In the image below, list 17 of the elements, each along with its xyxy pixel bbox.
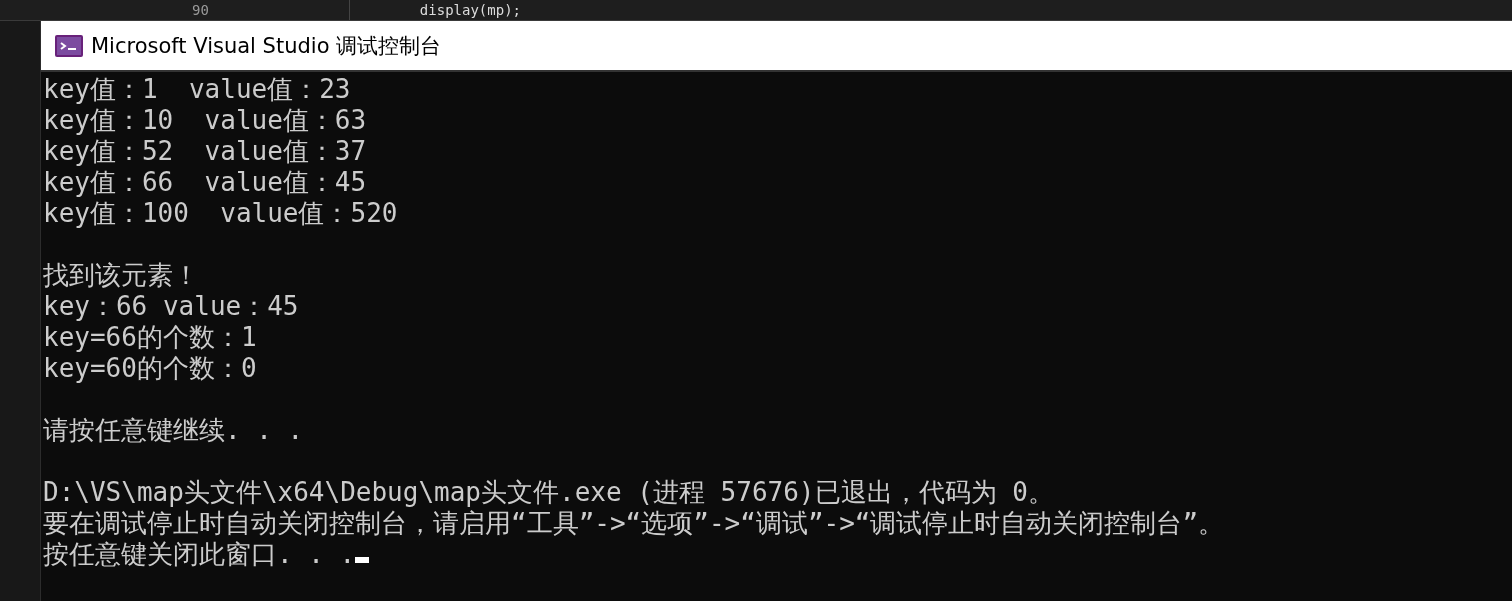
console-line: key值：66 value值：45 (43, 167, 367, 198)
console-line: key=66的个数：1 (43, 322, 257, 353)
code-line: display(mp); (419, 2, 521, 18)
console-line: 按任意键关闭此窗口. . . (43, 539, 356, 570)
console-line: key值：52 value值：37 (43, 136, 367, 167)
console-line: key值：10 value值：63 (43, 105, 367, 136)
console-line: 找到该元素！ (43, 260, 199, 291)
console-line: key值：1 value值：23 (43, 74, 351, 105)
line-number: 90 (192, 2, 209, 18)
window-title: Microsoft Visual Studio 调试控制台 (91, 32, 442, 60)
console-line: key：66 value：45 (43, 291, 299, 322)
console-app-icon (55, 34, 83, 57)
console-line: 请按任意键继续. . . (43, 415, 304, 446)
console-line: key=60的个数：0 (43, 353, 257, 384)
console-line: D:\VS\map头文件\x64\Debug\map头文件.exe (进程 57676)已退出，代码为 0。 (43, 477, 1054, 508)
console-line: 要在调试停止时自动关闭控制台，请启用“工具”->“选项”->“调试”->“调试停止时自动关闭控制台”。 (43, 508, 1225, 539)
console-line: key值：100 value值：520 (43, 198, 398, 229)
